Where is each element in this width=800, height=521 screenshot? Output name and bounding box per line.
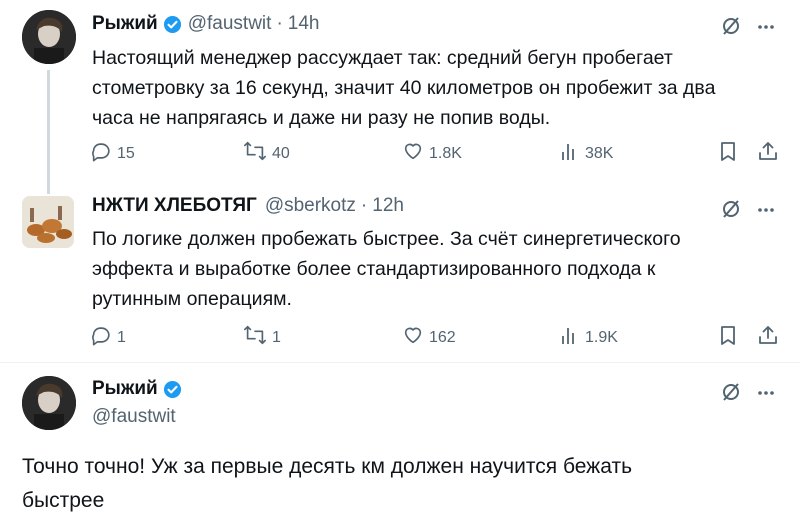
retweet-icon <box>243 324 272 351</box>
grok-icon[interactable] <box>720 198 742 220</box>
like-button[interactable]: 162 <box>402 324 456 351</box>
retweet-icon <box>243 140 272 167</box>
views-count: 38K <box>585 144 614 162</box>
tweet-text-line: быстрее <box>22 489 105 512</box>
views-button[interactable]: 1.9K <box>560 324 618 351</box>
tweet-header: Рыжий @faustwit · 14h <box>92 13 319 35</box>
grok-icon[interactable] <box>720 381 742 403</box>
tweet-text-line: Точно точно! Уж за первые десять км долж… <box>22 455 633 478</box>
views-icon <box>560 324 585 351</box>
reply-icon <box>90 140 117 167</box>
tweet-text-line: Настоящий менеджер рассуждает так: средн… <box>92 47 673 69</box>
bookmark-icon[interactable] <box>717 140 739 162</box>
reply-button[interactable]: 1 <box>90 324 126 351</box>
retweet-count: 1 <box>272 328 281 346</box>
views-icon <box>560 140 585 167</box>
author-handle[interactable]: @sberkotz <box>265 195 356 217</box>
tweet-header: НЖТИ ХЛЕБОТЯГ @sberkotz · 12h <box>92 195 404 217</box>
like-icon <box>402 324 429 351</box>
views-count: 1.9K <box>585 328 618 346</box>
retweet-button[interactable]: 40 <box>243 140 290 167</box>
like-button[interactable]: 1.8K <box>402 140 462 167</box>
divider <box>0 362 800 363</box>
separator-dot: · <box>360 195 368 216</box>
author-handle[interactable]: @faustwit <box>188 13 272 35</box>
more-icon[interactable] <box>756 383 776 403</box>
author-name[interactable]: Рыжий <box>92 378 158 400</box>
bookmark-icon[interactable] <box>717 324 739 346</box>
avatar[interactable] <box>22 10 76 64</box>
tweet-text-line: По логике должен пробежать быстрее. За с… <box>92 228 681 250</box>
verified-badge-icon <box>163 15 182 34</box>
tweet-text: Точно точно! Уж за первые десять км долж… <box>22 450 792 518</box>
grok-icon[interactable] <box>720 15 742 37</box>
tweet-text-line: стометровку за 16 секунд, значит 40 кило… <box>92 77 716 99</box>
timestamp[interactable]: 14h <box>288 13 320 35</box>
tweet-text-line: часа не напрягаясь и даже ни разу не поп… <box>92 107 551 129</box>
author-handle[interactable]: @faustwit <box>92 406 182 428</box>
tweet-text: Настоящий менеджер рассуждает так: средн… <box>92 43 792 133</box>
reply-icon <box>90 324 117 351</box>
share-icon[interactable] <box>757 324 779 346</box>
avatar[interactable] <box>22 376 76 430</box>
reply-button[interactable]: 15 <box>90 140 135 167</box>
share-icon[interactable] <box>757 140 779 162</box>
retweet-button[interactable]: 1 <box>243 324 281 351</box>
tweet-text-line: рутинным операциям. <box>92 288 292 310</box>
reply-count: 15 <box>117 144 135 162</box>
more-icon[interactable] <box>756 200 776 220</box>
reply-count: 1 <box>117 328 126 346</box>
tweet-text: По логике должен пробежать быстрее. За с… <box>92 224 792 314</box>
thread-line <box>47 70 50 194</box>
like-icon <box>402 140 429 167</box>
timestamp[interactable]: 12h <box>372 195 404 217</box>
verified-badge-icon <box>163 380 182 399</box>
views-button[interactable]: 38K <box>560 140 613 167</box>
avatar[interactable] <box>22 196 74 248</box>
author-name[interactable]: НЖТИ ХЛЕБОТЯГ <box>92 195 257 217</box>
tweet-text-line: эффекта и выработке более стандартизиров… <box>92 258 656 280</box>
author-name[interactable]: Рыжий <box>92 13 158 35</box>
tweet-header: Рыжий @faustwit <box>92 378 182 428</box>
like-count: 1.8K <box>429 144 462 162</box>
like-count: 162 <box>429 328 456 346</box>
separator-dot: · <box>276 13 283 34</box>
retweet-count: 40 <box>272 144 290 162</box>
more-icon[interactable] <box>756 17 776 37</box>
